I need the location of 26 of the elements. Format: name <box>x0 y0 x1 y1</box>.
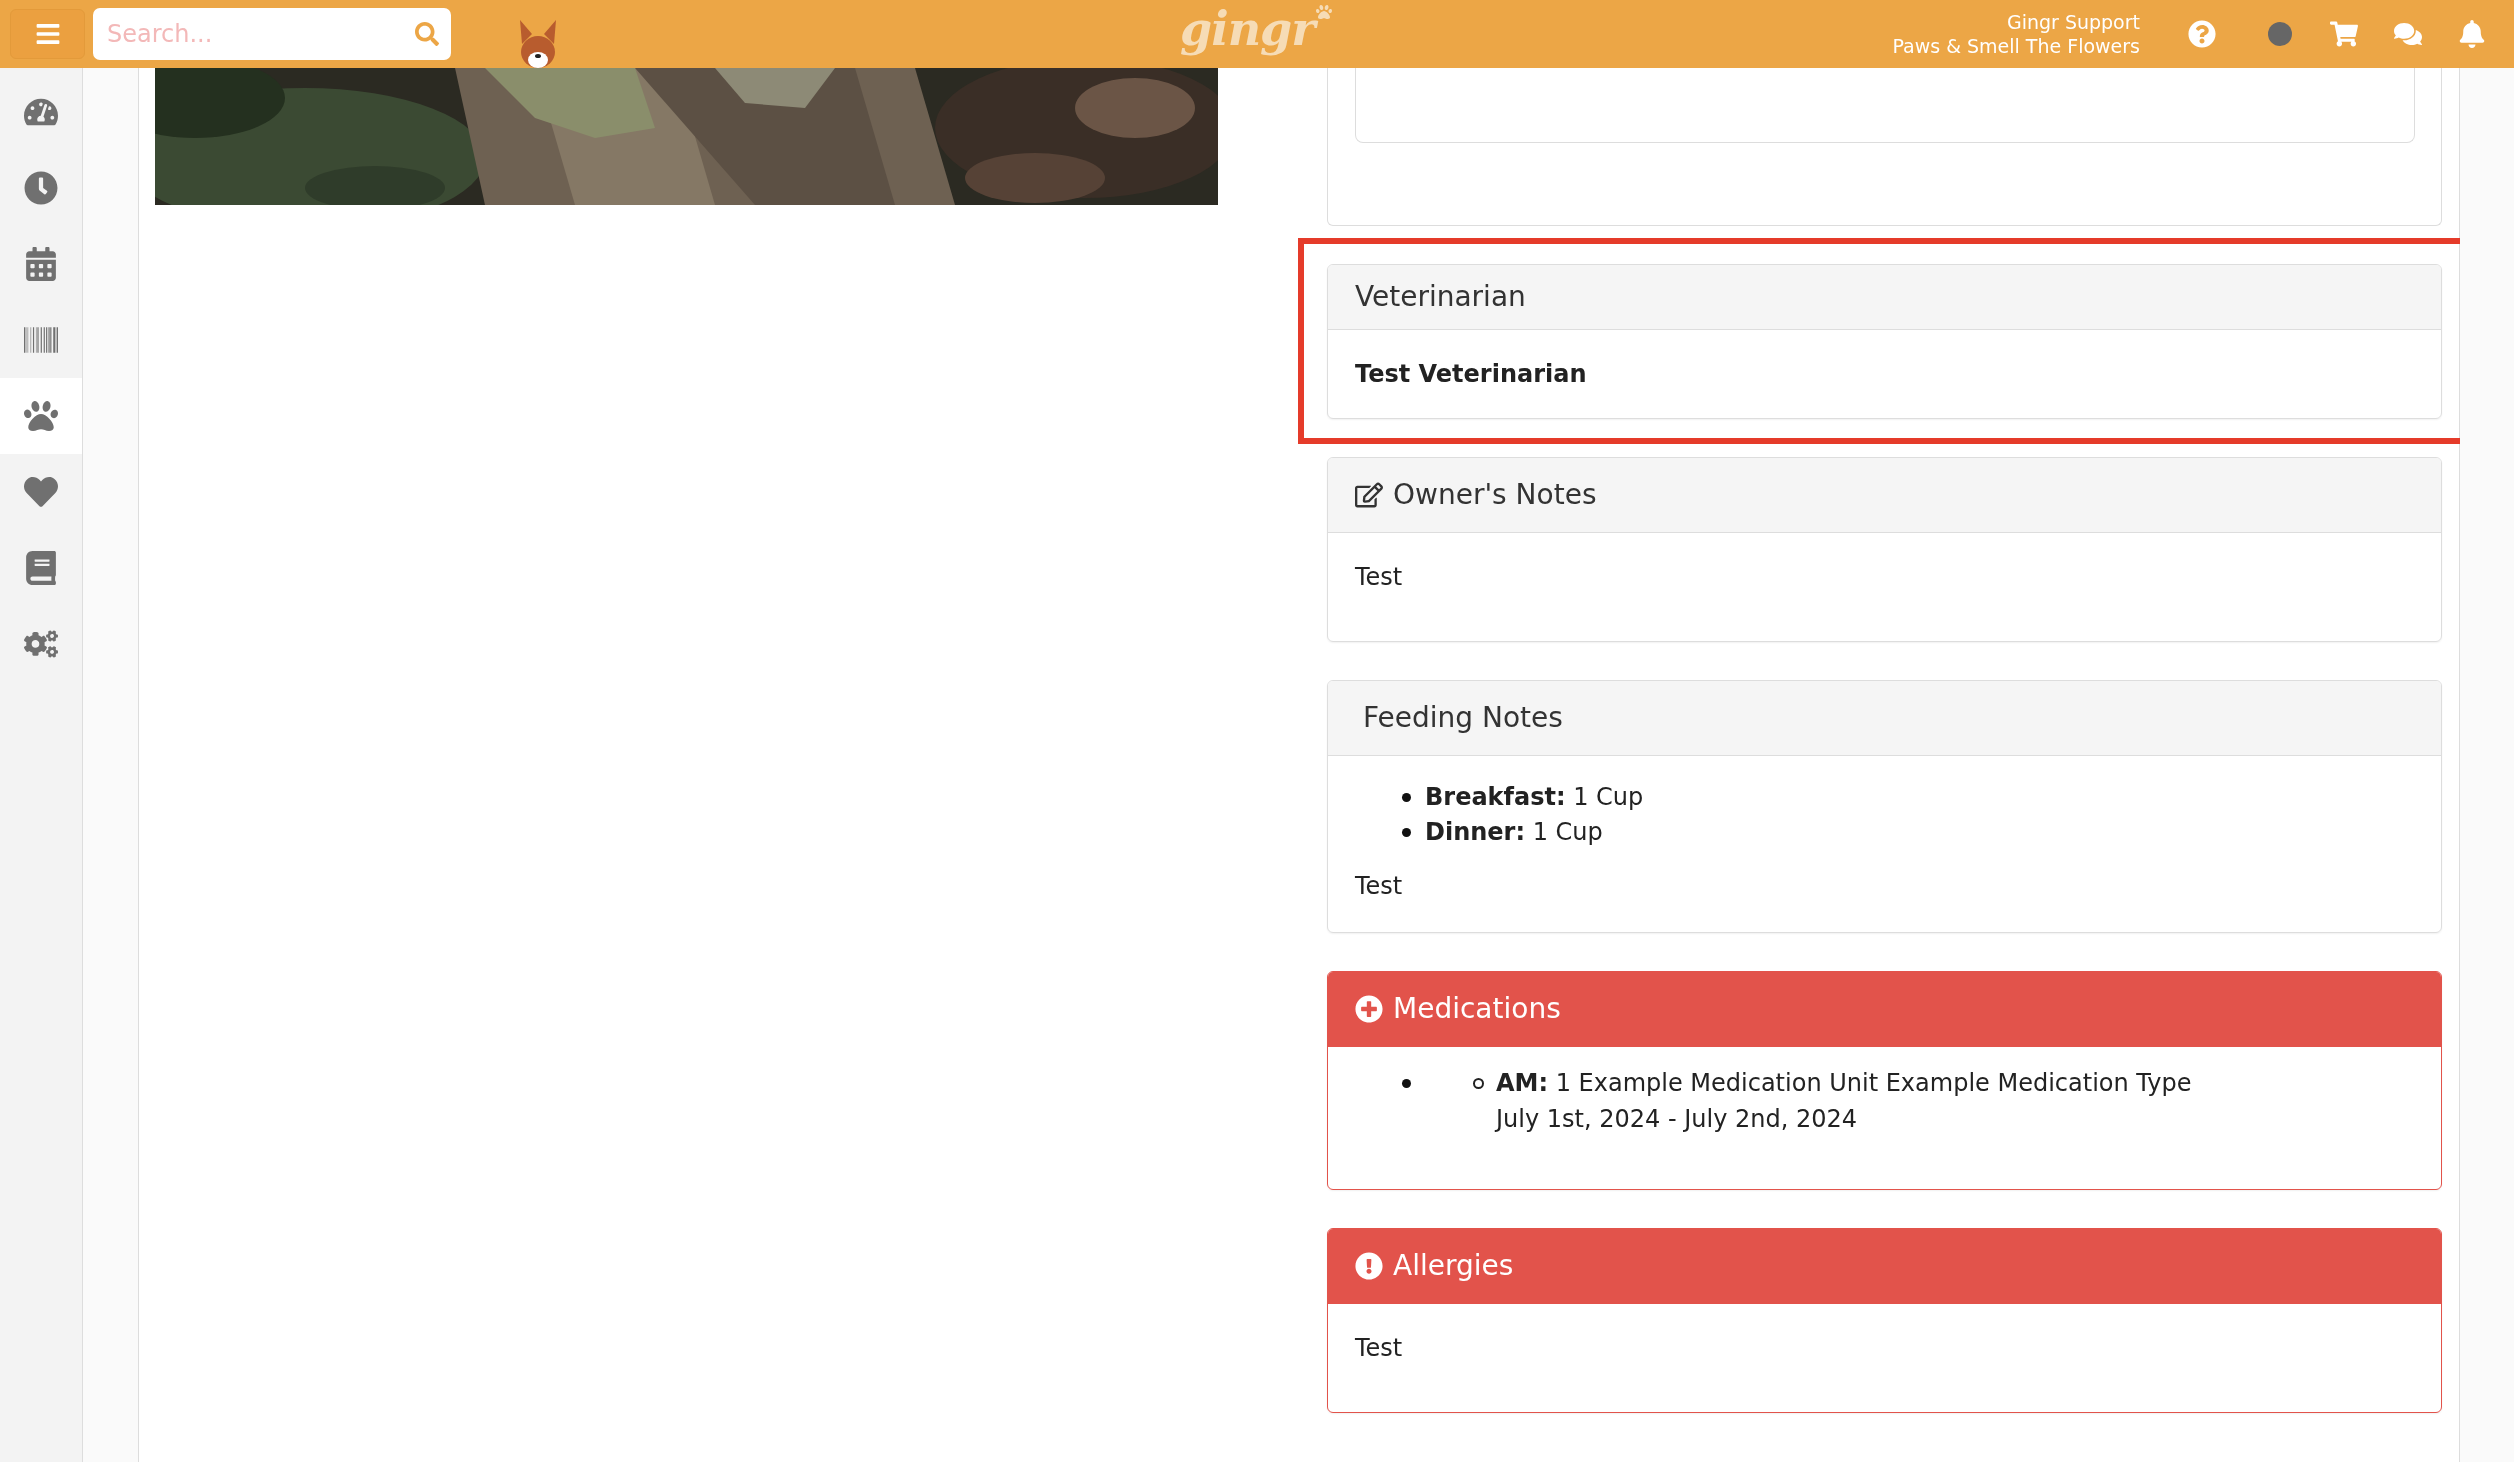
location-name: Paws & Smell The Flowers <box>1892 34 2140 58</box>
bullet-icon <box>1402 828 1411 837</box>
user-name: Gingr Support <box>2006 10 2140 34</box>
note-text: Test <box>1355 562 1404 593</box>
card-title: Owner's Notes <box>1393 478 1597 512</box>
bullet-icon <box>1402 1079 1411 1088</box>
medication-item: AM: 1 Example Medication Unit Example Medication Type <box>1496 1068 2192 1099</box>
feeding-item: Breakfast: 1 Cup <box>1425 782 1644 813</box>
note-text: Test <box>1355 1333 1404 1364</box>
search-field[interactable]: Search... <box>93 8 451 60</box>
note-text: Test <box>1355 871 1404 902</box>
menu-button[interactable] <box>10 9 85 59</box>
exclamation-icon <box>1355 1252 1383 1280</box>
bullet-icon <box>1402 793 1411 802</box>
card-title: Allergies <box>1393 1249 1514 1283</box>
card-title: Medications <box>1393 992 1561 1026</box>
paw-icon[interactable] <box>0 378 82 454</box>
vet-name: Test Veterinarian <box>1355 359 1588 390</box>
feeding-item: Dinner: 1 Cup <box>1425 817 1603 848</box>
card-title: Veterinarian <box>1355 280 1526 314</box>
search-icon[interactable] <box>415 22 439 46</box>
bullet-icon <box>1473 1078 1484 1089</box>
menu-icon <box>34 21 61 47</box>
medication-dates: July 1st, 2024 - July 2nd, 2024 <box>1496 1104 1859 1135</box>
card-title: Feeding Notes <box>1363 701 1563 735</box>
edit-icon <box>1355 481 1383 509</box>
